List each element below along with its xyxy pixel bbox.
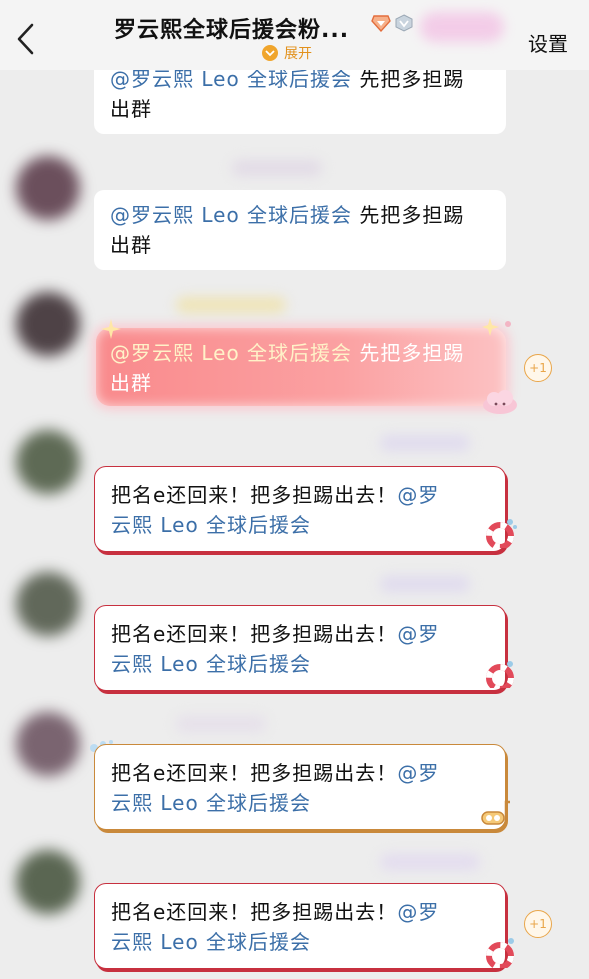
chat-header: 罗云熙全球后援会粉... 展开 设置 — [0, 0, 589, 70]
mention-link[interactable]: @罗云熙 Leo 全球后援会 — [110, 67, 352, 91]
back-button[interactable] — [14, 22, 38, 56]
snorkel-sticker-icon — [481, 800, 510, 825]
message-text: 先把多担踢 — [352, 203, 465, 227]
back-chevron-icon — [17, 23, 34, 55]
expand-chevron-icon — [262, 45, 278, 61]
message-text: 把名e还回来！把多担踢出去！ — [111, 483, 398, 507]
mention-link[interactable]: @罗 — [397, 622, 439, 646]
avatar[interactable] — [16, 430, 80, 494]
cloud-sticker-icon — [483, 390, 517, 414]
blurred-nickname — [380, 576, 470, 592]
mention-link-line2[interactable]: 云熙 Leo 全球后援会 — [111, 791, 311, 815]
mention-link[interactable]: @罗云熙 Leo 全球后援会 — [110, 203, 352, 227]
message-text: 把名e还回来！把多担踢出去！ — [111, 622, 398, 646]
lifebuoy-sticker-icon — [486, 519, 517, 548]
message-text: 先把多担踢 — [352, 341, 465, 365]
avatar[interactable] — [16, 712, 80, 776]
avatar[interactable] — [16, 156, 80, 220]
verified-badge-icon — [395, 14, 413, 32]
chat-title[interactable]: 罗云熙全球后援会粉... — [114, 12, 349, 44]
mention-link-line2[interactable]: 云熙 Leo 全球后援会 — [111, 513, 311, 537]
blurred-nickname — [380, 854, 480, 870]
message-bubble-bordered[interactable]: 把名e还回来！把多担踢出去！@罗 云熙 Leo 全球后援会 — [94, 605, 506, 691]
diamond-badge-icon — [371, 15, 391, 32]
message-bubble-bordered[interactable]: 把名e还回来！把多担踢出去！@罗 云熙 Leo 全球后援会 — [94, 466, 506, 552]
message-text-line2: 出群 — [110, 233, 152, 257]
expand-label: 展开 — [284, 46, 312, 62]
message-bubble-pink[interactable]: @罗云熙 Leo 全球后援会 先把多担踢 出群 — [96, 328, 506, 406]
message-bubble-bordered[interactable]: 把名e还回来！把多担踢出去！@罗 云熙 Leo 全球后援会 — [94, 744, 506, 830]
mention-link[interactable]: @罗 — [397, 761, 439, 785]
mention-link[interactable]: @罗云熙 Leo 全球后援会 — [110, 341, 352, 365]
expand-button[interactable]: 展开 — [262, 44, 312, 62]
lifebuoy-sticker-icon — [486, 938, 514, 968]
plus-one-reaction-button[interactable]: +1 — [524, 354, 552, 382]
sparkle-icon — [101, 319, 121, 339]
blurred-nickname — [380, 435, 470, 451]
lifebuoy-sticker-icon — [486, 661, 514, 688]
mention-link-line2[interactable]: 云熙 Leo 全球后援会 — [111, 930, 311, 954]
message-bubble-bordered[interactable]: 把名e还回来！把多担踢出去！@罗 云熙 Leo 全球后援会 — [94, 883, 506, 969]
mention-link[interactable]: @罗 — [397, 483, 439, 507]
blurred-nickname — [232, 160, 322, 176]
blurred-nickname — [176, 716, 266, 732]
message-text: 把名e还回来！把多担踢出去！ — [111, 900, 398, 924]
avatar[interactable] — [16, 850, 80, 914]
message-text: 把名e还回来！把多担踢出去！ — [111, 761, 398, 785]
settings-button[interactable]: 设置 — [528, 28, 568, 57]
avatar[interactable] — [16, 572, 80, 636]
sparkle-icon — [482, 318, 511, 336]
plus-one-reaction-button[interactable]: +1 — [524, 910, 552, 938]
message-text-line2: 出群 — [110, 97, 152, 121]
mention-link-line2[interactable]: 云熙 Leo 全球后援会 — [111, 652, 311, 676]
mention-link[interactable]: @罗 — [397, 900, 439, 924]
blurred-nickname — [176, 297, 286, 313]
message-text: 先把多担踢 — [352, 67, 465, 91]
message-text-line2: 出群 — [110, 371, 152, 395]
message-bubble[interactable]: @罗云熙 Leo 全球后援会 先把多担踢 出群 — [94, 190, 506, 270]
blurred-header-info — [420, 12, 504, 42]
avatar[interactable] — [16, 292, 80, 356]
